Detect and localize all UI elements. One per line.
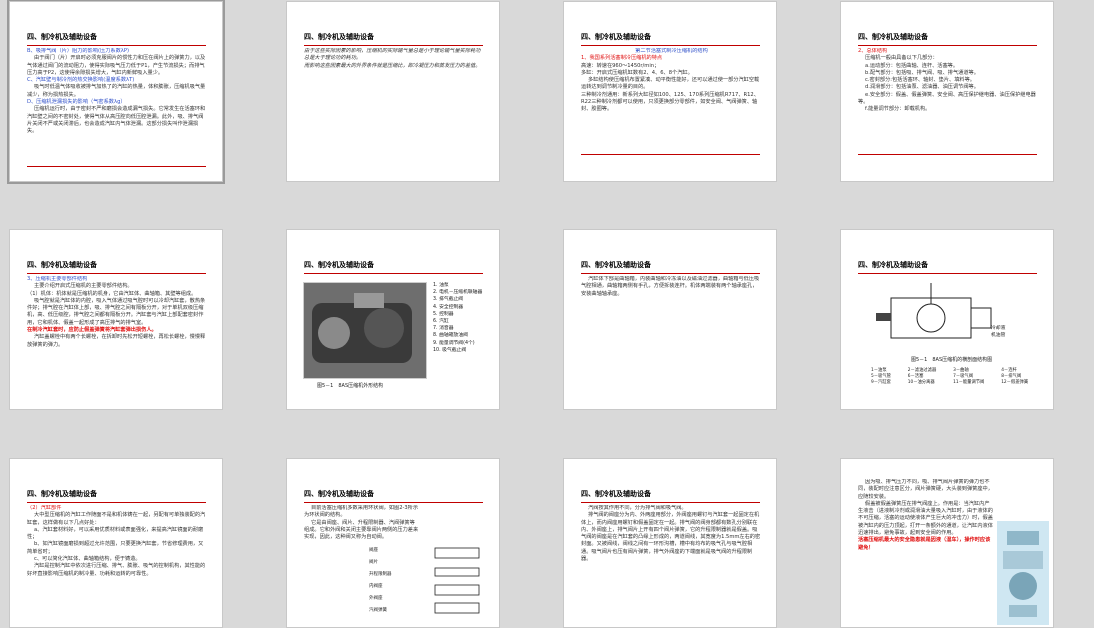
slide-thumbnail[interactable]: 四、制冷机及辅助设备第二节活塞式制冷压缩机的结构 1、我国系列活塞制冷压缩机的特点… bbox=[563, 1, 777, 182]
slide-text-line: （1）机体：机体就是压缩机的机身，它由汽缸体、曲轴箱、其壁等组成。 bbox=[27, 290, 197, 297]
slide-thumbnail[interactable]: 四、制冷机及辅助设备 1. 油泵 2. 电机－压缩机联轴器 3. 排气截止阀 4. 安全… bbox=[286, 229, 500, 410]
slide-text-line: 汽缸体下部是曲轴箱，内装曲轴和冷冻油以及磁油过滤器，曲轴箱与低压吸气腔相通，曲轴… bbox=[581, 276, 760, 297]
slide-text-line: 活塞压缩机最大的安全隐患就是因液（湿车），操作时应该避免！ bbox=[858, 537, 991, 551]
slide-text-line: 由于阀门（片）开启时必须克服阀片的惯性力和压在阀片上的弹簧力，以及气体通过阀门的… bbox=[27, 55, 206, 76]
legend-item: 10－油分离器 bbox=[907, 380, 935, 385]
figure-legend: 1. 油泵 2. 电机－压缩机联轴器 3. 排气截止阀 4. 安全控制器 5. 控制器 6… bbox=[433, 282, 482, 354]
slide-body: 2、总体结构 压缩机一般由具备以下几部分： a.运动部分：包括曲轴、连杆、活塞等。 b… bbox=[858, 48, 1039, 177]
slide-body: B、吸排气阀（片）阻力的影响(压力系数λP) 由于阀门（片）开启时必须克服阀片的惯… bbox=[27, 48, 208, 177]
slide-text-line: 主要介绍开启式压缩机的主要零部件结构。 bbox=[34, 283, 133, 290]
slide-title: 四、制冷机及辅助设备 bbox=[27, 260, 206, 274]
slide-thumbnail[interactable]: 四、制冷机及辅助设备汽缸体下部是曲轴箱，内装曲轴和冷冻油以及磁油过滤器，曲轴箱与… bbox=[563, 229, 777, 410]
slide-thumbnail[interactable]: 四、制冷机及辅助设备 （2）汽缸部件 大中型压缩机的汽缸工作随面不是和机体铸在一起，… bbox=[9, 458, 223, 628]
slide-text-line: 汽缸盖螺栓中有两个长螺栓，在拆卸时先松开短螺栓，再松长螺栓，慢慢释放弹簧的弹力。 bbox=[27, 334, 206, 348]
legend-item: 5. 控制器 bbox=[433, 311, 454, 317]
slide-body: 目前活塞压缩机多数采用环状阀，如图2-3所示为环状阀的结构。 它是由阀座、阀片、升… bbox=[304, 505, 419, 623]
slide-text-line: 而影响这些因素最大的外界条件就是压缩比，即冷凝压力和蒸发压力的差值。 bbox=[304, 62, 481, 69]
slide-body: 由于这些实际因素的影响，压缩机的实际输气量总是小于理论输气量实际耗功总是大于理论… bbox=[304, 48, 485, 177]
slide-title: 四、制冷机及辅助设备 bbox=[304, 260, 483, 274]
part-label: 升程限制器 bbox=[369, 572, 392, 577]
slide-text-line: b、如汽缸镜面磨损到超过允许范围，只要更换汽缸套，节省修理费用，又简单省时； bbox=[27, 541, 204, 555]
slide-text-line: 多缸结构使压缩机布置紧凑、动平衡性能好，还可以通过使一部分汽缸空载运转达到调节制… bbox=[581, 77, 760, 91]
legend-item: 2. 电机－压缩机联轴器 bbox=[433, 290, 483, 296]
slide-text-line: f.能量调节部分：卸载机构。 bbox=[865, 106, 931, 113]
slide-text-line: 因为吸、排气压力不同，吸、排气阀片弹簧的弹力也不同，装配时应注意区分，阀片弹簧硬… bbox=[858, 479, 993, 500]
part-label: 阀片 bbox=[369, 560, 378, 565]
slide-title: 四、制冷机及辅助设备 bbox=[27, 489, 206, 503]
slide-text-line: 压缩机运行时，由于密封不严和磨损会造成漏气损失。它常发生在活塞环和汽缸壁之间的不… bbox=[27, 106, 206, 135]
slide-body: 第二节活塞式制冷压缩机的结构 1、我国系列活塞制冷压缩机的特点 高速：转速在960～… bbox=[581, 48, 762, 177]
slide-text-line: 大中型压缩机的汽缸工作随面不是和机体铸在一起，另配有可单独装配的汽缸套，这样做有… bbox=[27, 512, 206, 526]
slide-bottom-rule bbox=[27, 166, 206, 167]
part-label: 阀座 bbox=[369, 548, 378, 553]
slide-text-line: e.安全部分：假盖、假盖弹簧、安全阀、高压保护继电器、油压保护继电器等。 bbox=[858, 91, 1036, 106]
slide-thumbnail[interactable]: 四、制冷机及辅助设备冷却液机油管图5－1 8AS压缩机的横剖面结构图 1－油泵 2－… bbox=[840, 229, 1054, 410]
legend-item: 3. 排气截止阀 bbox=[433, 297, 464, 303]
legend-item: 1. 油泵 bbox=[433, 283, 449, 288]
slide-text-line: 由于这些实际因素的影响，压缩机的实际输气量总是小于理论输气量实际耗功总是大于理论… bbox=[304, 48, 481, 62]
slide-title: 四、制冷机及辅助设备 bbox=[581, 32, 760, 46]
slide-text-line: 吸气腔就是汽缸体的内腔，吸入气体通过吸气腔时可以冷却汽缸套，散热条件好；排气腔在… bbox=[27, 297, 206, 326]
slide-title: 四、制冷机及辅助设备 bbox=[304, 32, 483, 46]
valve-figure bbox=[405, 543, 483, 625]
tag-item: 机油管 bbox=[991, 333, 1006, 339]
slide-text-line: 压缩机一般由具备以下几部分： bbox=[865, 55, 938, 62]
figure-tags: 冷却液 机油管 bbox=[991, 325, 1005, 339]
slide-text-line: 1、我国系列活塞制冷压缩机的特点 bbox=[581, 55, 663, 62]
legend-item: 9－汽缸套 bbox=[871, 380, 891, 385]
slide-title: 四、制冷机及辅助设备 bbox=[581, 489, 760, 503]
slide-title: 四、制冷机及辅助设备 bbox=[27, 32, 206, 46]
slide-body: 因为吸、排气压力不同，吸、排气阀片弹簧的弹力也不同，装配时应注意区分，阀片弹簧硬… bbox=[858, 479, 993, 623]
part-label: 内阀座 bbox=[369, 584, 383, 589]
legend-item: 7. 消音器 bbox=[433, 326, 454, 332]
valve-photo bbox=[997, 521, 1049, 625]
slide-title: 四、制冷机及辅助设备 bbox=[581, 260, 760, 274]
slide-body: 3、压缩机主要零部件结构 主要介绍开启式压缩机的主要零部件结构。 （1）机体：机体就… bbox=[27, 276, 208, 405]
part-label: 汽阀弹簧 bbox=[369, 608, 387, 613]
slide-text-line: 高速：转速在960～1450r/min； bbox=[581, 62, 660, 69]
legend-item: 9. 能量调节阀(4个) bbox=[433, 340, 475, 346]
slide-body: （2）汽缸部件 大中型压缩机的汽缸工作随面不是和机体铸在一起，另配有可单独装配的汽… bbox=[27, 505, 208, 623]
slide-sorter-grid: 四、制冷机及辅助设备 B、吸排气阀（片）阻力的影响(压力系数λP) 由于阀门（片）开… bbox=[0, 0, 1094, 628]
legend-item: 4. 安全控制器 bbox=[433, 304, 464, 310]
slide-title: 四、制冷机及辅助设备 bbox=[858, 260, 1037, 274]
slide-thumbnail[interactable]: 四、制冷机及辅助设备 2、总体结构 压缩机一般由具备以下几部分： a.运动部分：包括曲… bbox=[840, 1, 1054, 182]
valve-parts: 阀座阀片升程限制器内阀座外阀座汽阀弹簧 bbox=[369, 545, 392, 617]
figure-caption: 图5－1 8AS压缩机外形结构 bbox=[317, 383, 384, 389]
tag-item: 冷却液 bbox=[991, 326, 1006, 331]
figure-caption: 图5－1 8AS压缩机的横剖面结构图 bbox=[911, 357, 993, 363]
slide-body: 汽阀按其作用不同，分为排气阀和吸气阀。 排气阀的阀座分为内、外两座用部分，外阀座用… bbox=[581, 505, 762, 623]
legend-item: 11－能量调节阀 bbox=[953, 380, 985, 385]
slide-thumbnail[interactable]: 因为吸、排气压力不同，吸、排气阀片弹簧的弹力也不同，装配时应注意区分，阀片弹簧硬… bbox=[840, 458, 1054, 628]
slide-text-line: 三种制冷剂通用：新系列大缸径如100、125、170系列压缩机R717、R12、… bbox=[581, 91, 759, 113]
slide-text-line: 排气阀的阀座分为内、外两座用部分，外阀座用螺钉与汽缸套一起固定在机体上，而内阀座… bbox=[581, 512, 761, 563]
compressor-figure bbox=[303, 282, 427, 379]
slide-bottom-rule bbox=[581, 154, 760, 155]
slide-text-line: 它是由阀座、阀片、升程限制器、汽阀弹簧等组成。它和外阀和关闭主要靠阀片两侧的压力… bbox=[304, 519, 419, 541]
slide-title: 四、制冷机及辅助设备 bbox=[858, 32, 1037, 46]
slide-text-line: 假盖被假盖弹簧压在排气阀座上。作用是：当汽缸内产生液击（进液制冷剂或润滑油大量吸… bbox=[858, 500, 993, 537]
legend-item: 8. 曲轴箱放油阀 bbox=[433, 333, 468, 339]
part-label: 外阀座 bbox=[369, 596, 383, 601]
slide-text-line: a、汽缸套材料好，可以采用优质材料或表面强化，来提高汽缸镜面的耐磨性； bbox=[27, 526, 204, 541]
slide-bottom-rule bbox=[858, 154, 1037, 155]
slide-text-line: a.运动部分：包括曲轴、连杆、活塞等。 bbox=[865, 62, 959, 69]
slide-text-line: 汽缸是控制汽缸中依次进行压缩、排气、膨胀、吸气的控制机构，其性能的好坏直接影响压… bbox=[27, 563, 206, 577]
slide-thumbnail[interactable]: 四、制冷机及辅助设备 由于这些实际因素的影响，压缩机的实际输气量总是小于理论输气量… bbox=[286, 1, 500, 182]
legend-item: 6. 汽缸 bbox=[433, 319, 449, 325]
slide-thumbnail[interactable]: 四、制冷机及辅助设备 目前活塞压缩机多数采用环状阀，如图2-3所示为环状阀的结构。… bbox=[286, 458, 500, 628]
slide-thumbnail[interactable]: 四、制冷机及辅助设备汽阀按其作用不同，分为排气阀和吸气阀。 排气阀的阀座分为内、外… bbox=[563, 458, 777, 628]
figure-legend: 1－油泵 2－滤油过滤器 3－曲轴 4－连杆 5－吸气管 6－活塞 7－吸气阀 8－排气阀 9－… bbox=[871, 368, 1041, 386]
slide-thumbnail[interactable]: 四、制冷机及辅助设备 B、吸排气阀（片）阻力的影响(压力系数λP) 由于阀门（片）开… bbox=[7, 0, 225, 184]
legend-item: 10. 吸气截止阀 bbox=[433, 347, 467, 353]
slide-text-line: 目前活塞压缩机多数采用环状阀，如图2-3所示为环状阀的结构。 bbox=[304, 505, 419, 519]
slide-thumbnail[interactable]: 四、制冷机及辅助设备 3、压缩机主要零部件结构 主要介绍开启式压缩机的主要零部件结构… bbox=[9, 229, 223, 410]
slide-title: 四、制冷机及辅助设备 bbox=[304, 489, 483, 503]
slide-text-line: 吸气时低温气体吸收被排气加热了的汽缸的热量，体积膨胀，压缩机吸气量减少，称为损热… bbox=[27, 84, 206, 98]
slide-body: 汽缸体下部是曲轴箱，内装曲轴和冷冻油以及磁油过滤器，曲轴箱与低压吸气腔相通，曲轴… bbox=[581, 276, 762, 405]
slide-text-line: d.润滑部分：包括油泵、滤油器、油压调节阀等。 bbox=[865, 84, 979, 91]
legend-item: 12－假盖弹簧 bbox=[1001, 380, 1029, 385]
